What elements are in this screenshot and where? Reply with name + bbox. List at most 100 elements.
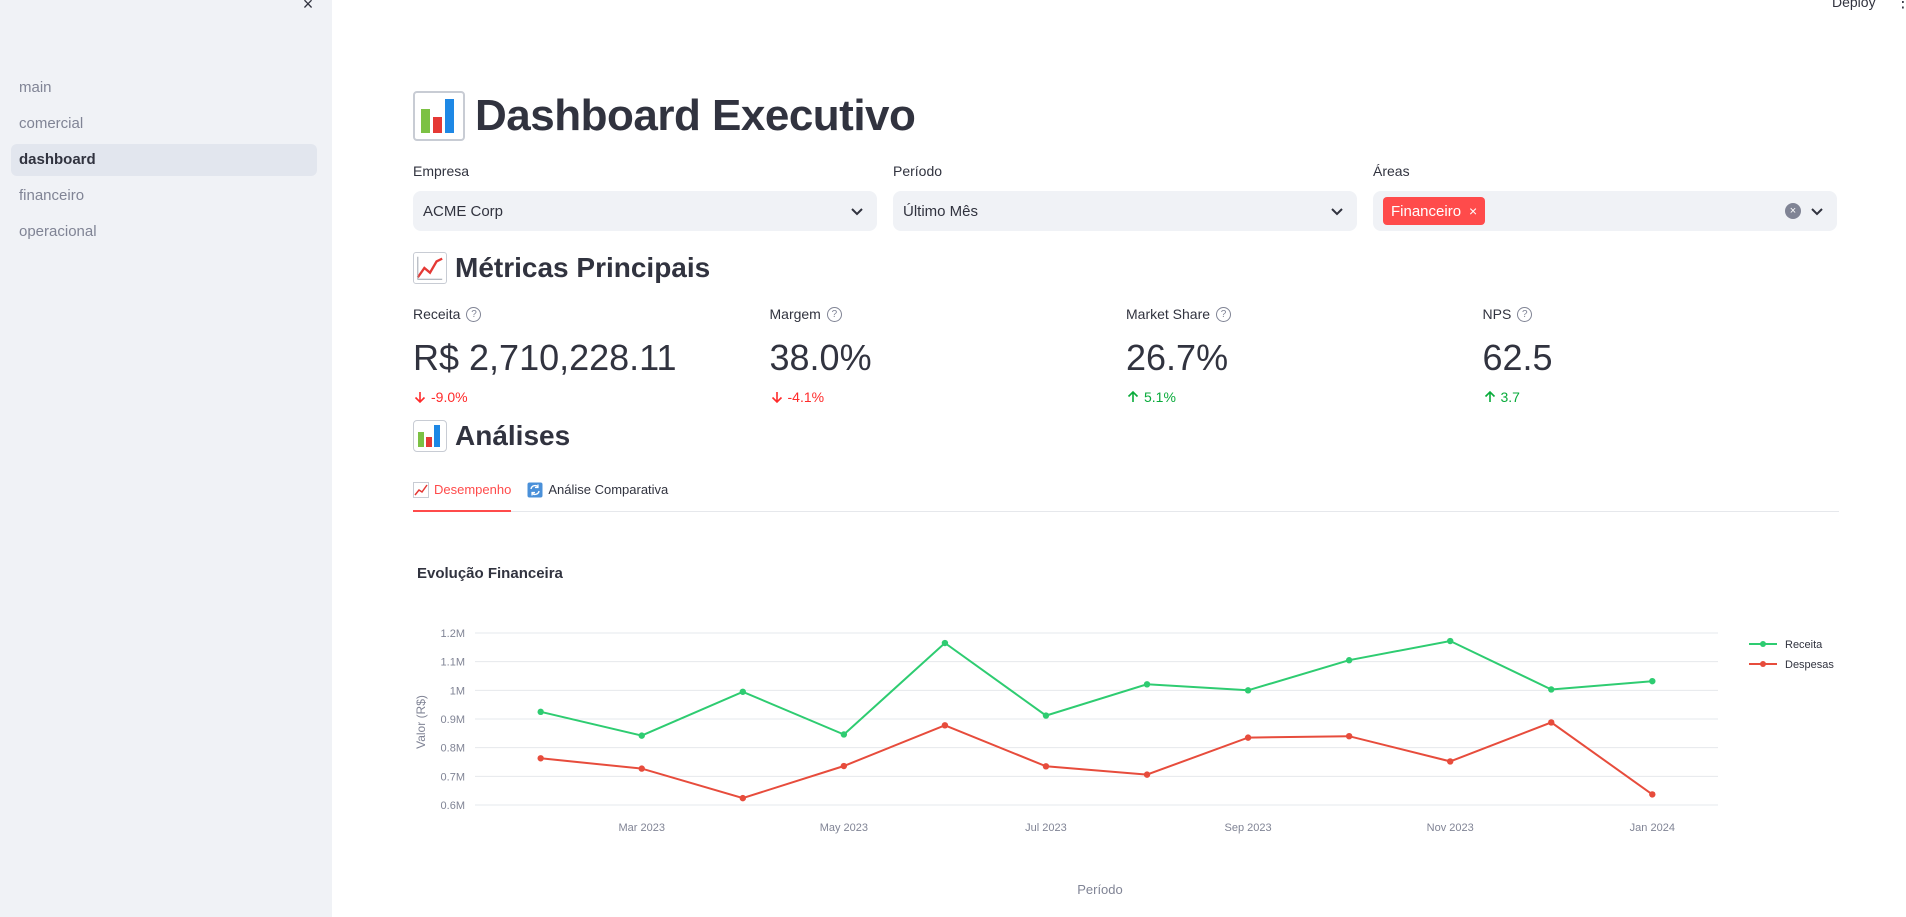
bar-chart-icon: [413, 91, 465, 141]
analyses-section-title: Análises: [413, 420, 570, 452]
data-point-despesas[interactable]: [1042, 763, 1050, 770]
metric-label-text: Receita: [413, 306, 461, 322]
metric-label-text: NPS: [1482, 306, 1512, 322]
metric-label: NPS ?: [1483, 303, 1840, 325]
legend-label[interactable]: Receita: [1785, 639, 1823, 651]
chart-increasing-icon: [413, 252, 447, 284]
data-point-despesas[interactable]: [1143, 771, 1151, 778]
tab-label: Análise Comparativa: [548, 482, 669, 497]
main-menu-icon[interactable]: ⋮: [1895, 0, 1906, 12]
y-tick-label: 0.7M: [441, 771, 465, 783]
empresa-value: ACME Corp: [423, 202, 504, 220]
areas-label: Áreas: [1373, 163, 1410, 179]
metric-margem: Margem ? 38.0% -4.1%: [770, 303, 1127, 405]
help-icon[interactable]: ?: [466, 306, 482, 322]
chevron-down-icon: [1331, 208, 1343, 216]
metric-value: 62.5: [1482, 337, 1553, 378]
series-line-despesas: [540, 721, 1653, 800]
metric-label-text: Margem: [769, 306, 821, 322]
metric-delta: -9.0%: [413, 389, 770, 405]
close-sidebar-icon[interactable]: ×: [298, 0, 318, 14]
arrow-up-icon: [1127, 390, 1139, 402]
metric-delta: 5.1%: [1126, 389, 1483, 405]
data-point-despesas[interactable]: [1548, 719, 1555, 726]
data-point-receita[interactable]: [1345, 657, 1353, 664]
data-point-despesas[interactable]: [1244, 734, 1252, 741]
sidebar-item-financeiro[interactable]: financeiro: [11, 180, 317, 212]
y-tick-label: 0.6M: [441, 800, 465, 812]
data-point-receita[interactable]: [840, 731, 848, 738]
sidebar-item-operacional[interactable]: operacional: [11, 216, 317, 248]
metric-label-text: Market Share: [1126, 306, 1211, 322]
metrics-section-text: Métricas Principais: [455, 252, 711, 283]
sidebar: × main comercial dashboard financeiro op…: [0, 0, 332, 917]
data-point-receita[interactable]: [941, 639, 949, 647]
chevron-down-icon: [1811, 208, 1823, 216]
empresa-select[interactable]: ACME Corp: [413, 191, 877, 231]
areas-filter: Áreas Financeiro × ×: [1373, 163, 1837, 231]
help-icon[interactable]: ?: [1216, 306, 1232, 322]
data-point-despesas[interactable]: [1649, 791, 1656, 798]
deploy-button[interactable]: Deploy: [1832, 0, 1876, 10]
bar-chart-icon: [413, 420, 447, 452]
sidebar-item-dashboard[interactable]: dashboard: [11, 144, 317, 176]
periodo-label: Período: [893, 163, 943, 179]
data-point-receita[interactable]: [1446, 637, 1454, 645]
data-point-receita[interactable]: [537, 708, 544, 716]
data-point-despesas[interactable]: [941, 722, 949, 729]
help-icon[interactable]: ?: [1517, 306, 1533, 322]
series-line-receita: [540, 639, 1653, 737]
areas-multiselect[interactable]: Financeiro × ×: [1373, 191, 1837, 231]
sidebar-nav: main comercial dashboard financeiro oper…: [11, 72, 317, 252]
metric-value: R$ 2,710,228.11: [413, 337, 677, 378]
x-tick-label: Sep 2023: [1225, 822, 1272, 834]
legend-label[interactable]: Despesas: [1785, 659, 1834, 671]
chart-grid: [475, 632, 1718, 806]
data-point-receita[interactable]: [1244, 687, 1252, 694]
clear-all-icon[interactable]: ×: [1785, 203, 1801, 219]
x-tick-label: Jan 2024: [1630, 822, 1675, 834]
metric-delta: -4.1%: [770, 389, 1127, 405]
data-point-receita[interactable]: [739, 688, 747, 695]
y-tick-label: 0.9M: [441, 714, 465, 726]
page-title: Dashboard Executivo: [413, 86, 916, 146]
metrics-row: Receita ? R$ 2,710,228.11 -9.0% Margem ?…: [413, 303, 1839, 405]
page-title-text: Dashboard Executivo: [475, 91, 916, 140]
data-point-despesas[interactable]: [1446, 758, 1454, 765]
periodo-filter: Período Último Mês: [893, 163, 1357, 231]
data-point-despesas[interactable]: [537, 755, 544, 762]
chart-legend: Receita Despesas: [1749, 639, 1834, 671]
data-point-receita[interactable]: [1649, 677, 1656, 685]
x-axis-ticks: Mar 2023 May 2023 Jul 2023 Sep 2023 Nov 2023…: [619, 822, 1675, 834]
y-tick-label: 0.8M: [441, 743, 465, 755]
data-point-despesas[interactable]: [638, 765, 645, 772]
metric-nps: NPS ? 62.5 3.7: [1483, 303, 1840, 405]
tab-analise-comparativa[interactable]: Análise Comparativa: [527, 478, 668, 512]
data-point-receita[interactable]: [1042, 712, 1050, 719]
data-point-receita[interactable]: [638, 732, 645, 739]
x-tick-label: Mar 2023: [619, 822, 665, 834]
metric-value: 38.0%: [769, 337, 872, 378]
remove-tag-icon[interactable]: ×: [1469, 203, 1477, 219]
periodo-select[interactable]: Último Mês: [893, 191, 1357, 231]
data-point-despesas[interactable]: [739, 794, 747, 802]
sidebar-item-comercial[interactable]: comercial: [11, 108, 317, 140]
metrics-section-title: Métricas Principais: [413, 252, 710, 284]
y-axis-label: Valor (R$): [414, 695, 428, 749]
metric-label: Margem ?: [770, 303, 1127, 325]
metric-receita: Receita ? R$ 2,710,228.11 -9.0%: [413, 303, 770, 405]
analyses-section-text: Análises: [455, 420, 571, 451]
data-point-receita[interactable]: [1548, 686, 1555, 693]
refresh-arrows-icon: [527, 482, 543, 498]
x-tick-label: May 2023: [820, 822, 868, 834]
data-point-receita[interactable]: [1143, 681, 1151, 688]
data-point-despesas[interactable]: [1345, 733, 1353, 740]
analysis-tabs: Desempenho Análise Comparativa: [413, 478, 1839, 512]
filters-row: Empresa ACME Corp Período Último Mês Áre…: [413, 163, 1839, 231]
sidebar-item-main[interactable]: main: [11, 72, 317, 104]
data-point-despesas[interactable]: [840, 762, 848, 770]
legend-marker: [1760, 661, 1766, 667]
help-icon[interactable]: ?: [826, 306, 842, 322]
tab-desempenho[interactable]: Desempenho: [413, 478, 512, 512]
chevron-down-icon: [851, 208, 863, 216]
